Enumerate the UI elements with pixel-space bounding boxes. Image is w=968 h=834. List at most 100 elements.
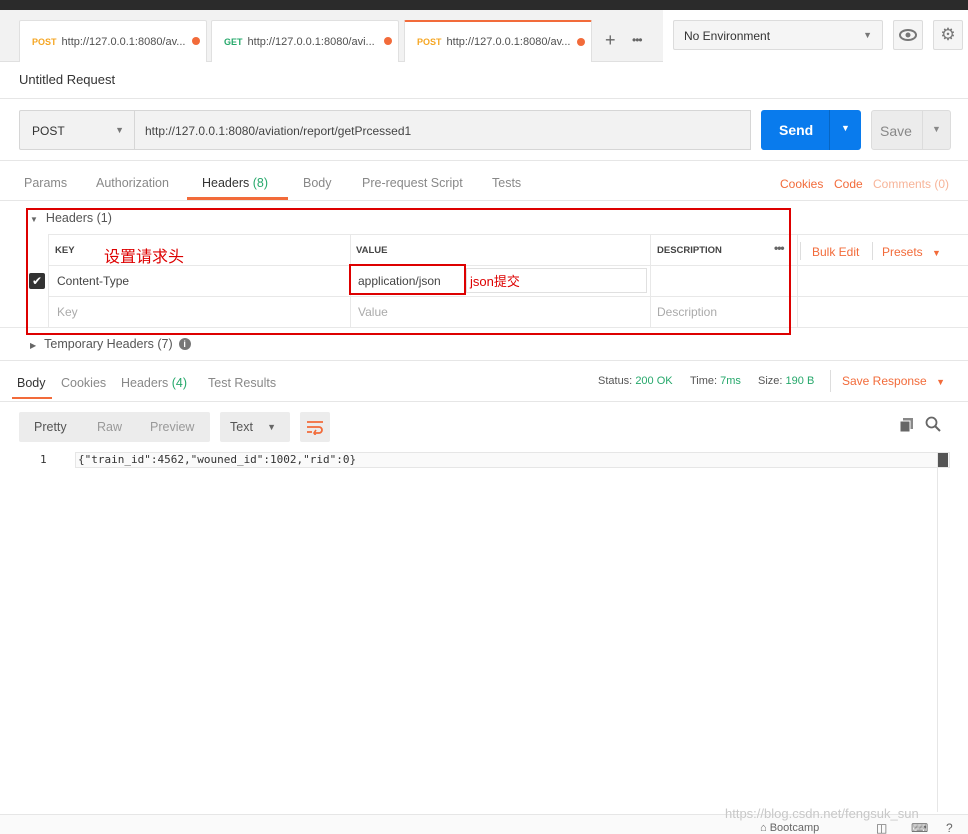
chevron-down-icon: ▼	[932, 248, 941, 258]
method-value: POST	[32, 124, 65, 138]
code-link[interactable]: Code	[834, 177, 863, 191]
tab-url: http://127.0.0.1:8080/av...	[61, 35, 186, 48]
wrap-icon	[307, 421, 323, 435]
divider	[0, 360, 968, 361]
size-label: Size:	[758, 375, 783, 387]
response-time: Time: 7ms	[690, 375, 741, 387]
line-number: 1	[40, 453, 47, 466]
tab-url: http://127.0.0.1:8080/av...	[446, 36, 571, 48]
format-select[interactable]: Text ▼	[220, 412, 290, 442]
annotation-json-submit: json提交	[470, 274, 520, 289]
send-options-chevron-icon[interactable]: ▼	[841, 123, 850, 133]
divider	[0, 160, 968, 161]
request-title[interactable]: Untitled Request	[19, 72, 115, 87]
manage-environments-button[interactable]: ⚙	[933, 20, 963, 50]
tab-headers[interactable]: Headers (8)	[202, 176, 268, 190]
response-body-text[interactable]: {"train_id":4562,"wouned_id":1002,"rid":…	[78, 453, 356, 466]
unsaved-dot-icon	[192, 37, 200, 45]
environment-select[interactable]: No Environment ▼	[673, 20, 883, 50]
status-value: 200 OK	[635, 375, 673, 387]
unsaved-dot-icon	[384, 37, 392, 45]
window-top-bar	[0, 0, 968, 10]
chevron-down-icon: ▼	[936, 377, 945, 387]
tab-more-button[interactable]: •••	[632, 33, 643, 47]
view-preview-button[interactable]: Preview	[150, 420, 194, 434]
method-select[interactable]: POST ▼	[19, 110, 135, 150]
save-label: Save	[880, 123, 912, 139]
response-tab-test-results[interactable]: Test Results	[208, 376, 276, 390]
divider	[0, 401, 968, 402]
tab-body[interactable]: Body	[303, 176, 332, 190]
response-headers-count: (4)	[171, 376, 188, 390]
gear-icon: ⚙	[940, 25, 956, 44]
bulk-edit-link[interactable]: Bulk Edit	[812, 245, 859, 259]
environment-value: No Environment	[684, 29, 771, 43]
search-button[interactable]	[925, 416, 941, 435]
eye-icon	[899, 29, 917, 41]
layout-toggle-icon[interactable]: ◫	[876, 821, 887, 834]
search-icon	[925, 416, 941, 432]
save-response-dropdown[interactable]: Save Response ▼	[842, 374, 945, 388]
cookies-link[interactable]: Cookies	[780, 177, 823, 191]
tab-prerequest-script[interactable]: Pre-request Script	[362, 176, 463, 190]
save-button[interactable]: Save ▼	[871, 110, 951, 150]
status-label: Status:	[598, 375, 633, 387]
comments-link[interactable]: Comments (0)	[873, 177, 949, 191]
view-pretty-button[interactable]: Pretty	[34, 420, 67, 434]
scrollbar-thumb[interactable]	[938, 453, 948, 467]
format-value: Text	[230, 420, 253, 434]
tab-url: http://127.0.0.1:8080/avi...	[247, 35, 375, 48]
environment-quick-look-button[interactable]	[893, 20, 923, 50]
response-tab-cookies[interactable]: Cookies	[61, 376, 106, 390]
divider	[0, 200, 968, 201]
tab-tests[interactable]: Tests	[492, 176, 521, 190]
info-icon[interactable]: i	[178, 338, 191, 350]
keyboard-icon[interactable]: ⌨	[911, 821, 928, 834]
annotation-set-header: 设置请求头	[104, 249, 185, 266]
response-tab-headers[interactable]: Headers (4)	[121, 376, 187, 390]
save-response-label: Save Response	[842, 374, 927, 388]
send-label: Send	[779, 122, 814, 138]
copy-button[interactable]	[899, 417, 915, 436]
presets-label: Presets	[882, 245, 923, 259]
active-tab-indicator	[12, 397, 52, 399]
annotation-box-value	[349, 264, 466, 295]
add-tab-button[interactable]: +	[605, 30, 616, 51]
chevron-down-icon: ▼	[115, 125, 124, 135]
send-button[interactable]: Send ▼	[761, 110, 861, 150]
watermark-text: https://blog.csdn.net/fengsuk_sun	[725, 806, 919, 821]
table-border	[797, 234, 798, 327]
response-status: Status: 200 OK	[598, 375, 673, 387]
time-value: 7ms	[720, 375, 741, 387]
wrap-lines-button[interactable]	[300, 412, 330, 442]
response-scrollbar[interactable]	[937, 452, 951, 812]
chevron-down-icon: ▼	[267, 422, 276, 432]
bootcamp-link[interactable]: ⌂ Bootcamp	[760, 822, 819, 834]
divider	[800, 242, 801, 260]
response-tab-body[interactable]: Body	[17, 376, 46, 390]
save-options-chevron-icon[interactable]: ▼	[932, 124, 941, 134]
temporary-headers-toggle[interactable]: ▶ Temporary Headers (7) i	[30, 337, 191, 351]
chevron-down-icon: ▼	[863, 30, 872, 40]
presets-dropdown[interactable]: Presets ▼	[882, 245, 941, 259]
view-raw-button[interactable]: Raw	[97, 420, 122, 434]
request-tab-1[interactable]: POST http://127.0.0.1:8080/av...	[19, 20, 207, 62]
tab-params[interactable]: Params	[24, 176, 67, 190]
request-tab-2[interactable]: GET http://127.0.0.1:8080/avi...	[211, 20, 399, 62]
tab-method: POST	[417, 37, 442, 47]
tab-headers-label: Headers	[202, 176, 250, 190]
tab-authorization[interactable]: Authorization	[96, 176, 169, 190]
help-icon[interactable]: ?	[946, 821, 953, 834]
divider	[872, 242, 873, 260]
bootcamp-icon: ⌂	[760, 822, 767, 834]
divider	[0, 98, 968, 99]
copy-icon	[899, 418, 913, 433]
time-label: Time:	[690, 375, 718, 387]
url-input[interactable]: http://127.0.0.1:8080/aviation/report/ge…	[135, 110, 751, 150]
caret-right-icon: ▶	[30, 341, 37, 350]
divider	[922, 111, 923, 149]
unsaved-dot-icon	[577, 38, 585, 46]
divider	[829, 110, 830, 150]
response-headers-label: Headers	[121, 376, 169, 390]
request-tab-3[interactable]: POST http://127.0.0.1:8080/av...	[404, 20, 592, 62]
